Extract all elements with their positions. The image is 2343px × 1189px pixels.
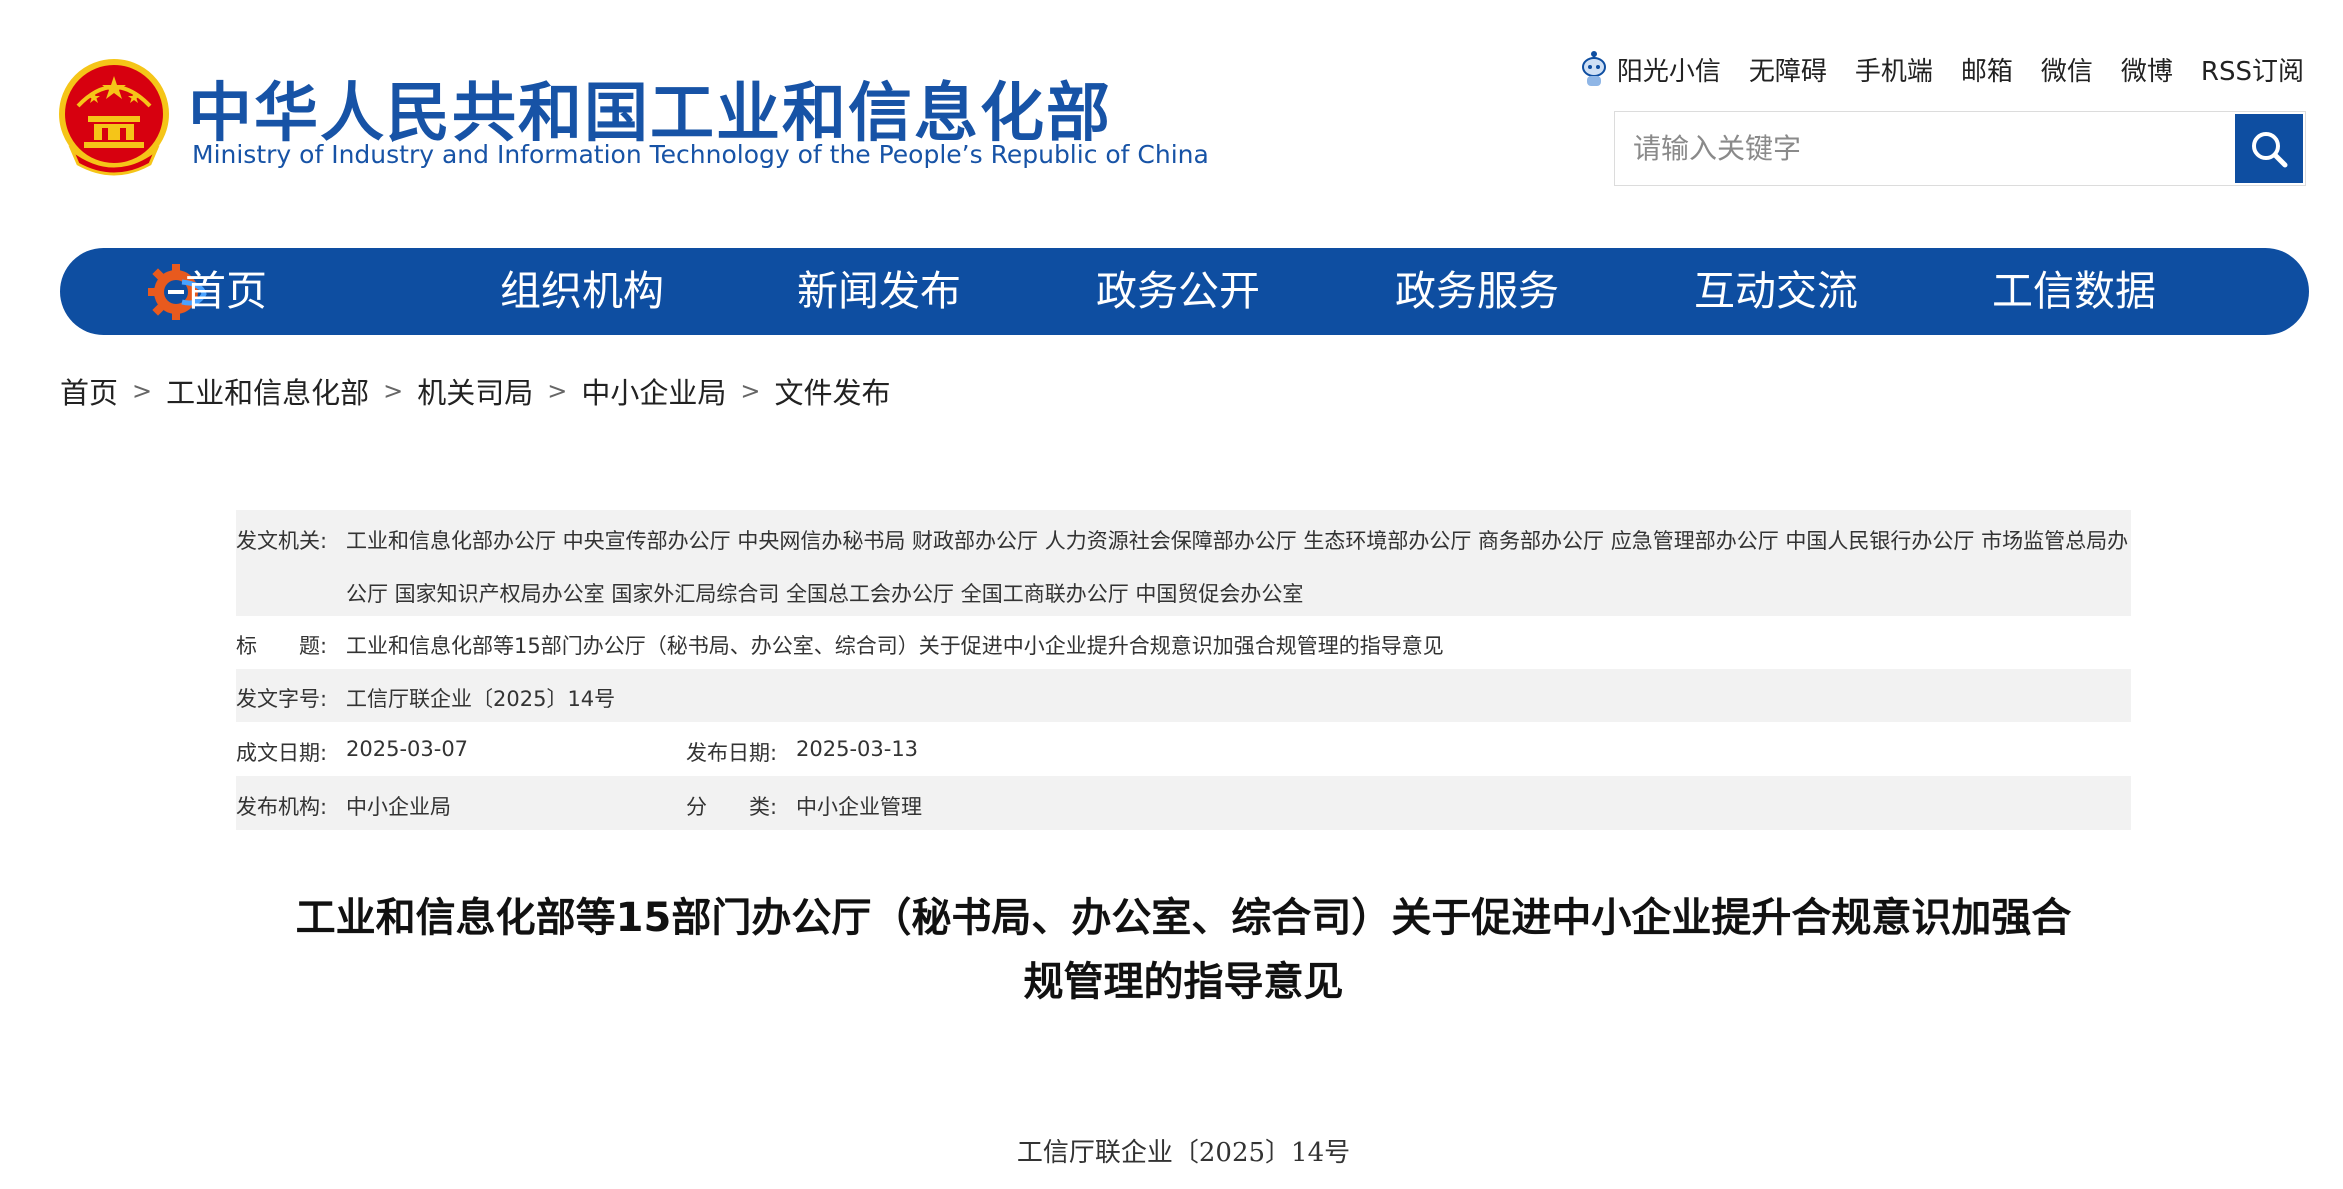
breadcrumb: 首页 > 工业和信息化部 > 机关司局 > 中小企业局 > 文件发布 (60, 370, 891, 412)
page: 中华人民共和国工业和信息化部 Ministry of Industry and … (0, 0, 2343, 1189)
nav-home[interactable]: 首页 (185, 248, 267, 335)
breadcrumb-departments[interactable]: 机关司局 (417, 370, 533, 412)
publisher-value: 中小企业局 (346, 795, 451, 819)
breadcrumb-separator-icon: > (740, 377, 761, 405)
meta-row-doc-number: 发文字号: 工信厅联企业〔2025〕14号 (236, 669, 2131, 722)
article-title-line2: 规管理的指导意见 (1023, 959, 1344, 1005)
issuer-value-line1: 工业和信息化部办公厅 中央宣传部办公厅 中央网信办秘书局 财政部办公厅 人力资源… (346, 529, 2129, 553)
nav-data[interactable]: 工信数据 (1992, 248, 2156, 335)
category-label: 分 类: (686, 795, 778, 819)
site-title-en[interactable]: Ministry of Industry and Information Tec… (192, 140, 1209, 169)
written-date-label: 成文日期: (236, 741, 328, 765)
issuer-value-line2: 公厅 国家知识产权局办公室 国家外汇局综合司 全国总工会办公厅 全国工商联办公厅… (346, 582, 1304, 606)
meta-row-dates: 成文日期: 2025-03-07 发布日期: 2025-03-13 (236, 722, 2131, 776)
title-label: 标 题: (236, 634, 328, 658)
article-title: 工业和信息化部等15部门办公厅（秘书局、办公室、综合司）关于促进中小企业提升合规… (236, 886, 2131, 1014)
publish-date-value: 2025-03-13 (796, 737, 919, 761)
nav-interaction[interactable]: 互动交流 (1694, 248, 1858, 335)
article-doc-number: 工信厅联企业〔2025〕14号 (1016, 1138, 1351, 1168)
top-link-sunshine[interactable]: 阳光小信 (1579, 50, 1721, 88)
publisher-label: 发布机构: (236, 795, 328, 819)
top-link-weibo[interactable]: 微博 (2121, 51, 2173, 88)
nav-organization[interactable]: 组织机构 (500, 248, 664, 335)
nav-government-affairs[interactable]: 政务公开 (1096, 248, 1260, 335)
search-icon (2252, 131, 2288, 167)
breadcrumb-sme-bureau[interactable]: 中小企业局 (581, 370, 726, 412)
top-link-rss[interactable]: RSS订阅 (2201, 51, 2304, 88)
doc-number-label: 发文字号: (236, 687, 328, 711)
top-link-mailbox[interactable]: 邮箱 (1961, 51, 2013, 88)
article-title-line1: 工业和信息化部等15部门办公厅（秘书局、办公室、综合司）关于促进中小企业提升合规… (295, 895, 2072, 941)
top-link-sunshine-label: 阳光小信 (1616, 56, 1721, 87)
breadcrumb-separator-icon: > (383, 377, 404, 405)
nav-news[interactable]: 新闻发布 (797, 248, 961, 335)
search-button[interactable] (2235, 114, 2303, 183)
top-link-accessibility[interactable]: 无障碍 (1749, 51, 1827, 88)
breadcrumb-separator-icon: > (132, 377, 153, 405)
top-link-mobile[interactable]: 手机端 (1855, 51, 1933, 88)
meta-row-issuer: 发文机关: 工业和信息化部办公厅 中央宣传部办公厅 中央网信办秘书局 财政部办公… (236, 510, 2131, 616)
breadcrumb-miit[interactable]: 工业和信息化部 (166, 370, 369, 412)
meta-row-title: 标 题: 工业和信息化部等15部门办公厅（秘书局、办公室、综合司）关于促进中小企… (236, 616, 2131, 669)
publish-date-label: 发布日期: (686, 741, 778, 765)
breadcrumb-file-release[interactable]: 文件发布 (775, 370, 891, 412)
main-nav: 首页 组织机构 新闻发布 政务公开 政务服务 互动交流 工信数据 (60, 248, 2309, 335)
title-value: 工业和信息化部等15部门办公厅（秘书局、办公室、综合司）关于促进中小企业提升合规… (346, 634, 1444, 658)
document-metadata: 发文机关: 工业和信息化部办公厅 中央宣传部办公厅 中央网信办秘书局 财政部办公… (236, 510, 2131, 830)
breadcrumb-separator-icon: > (547, 377, 568, 405)
breadcrumb-home[interactable]: 首页 (60, 370, 118, 412)
category-value: 中小企业管理 (796, 795, 922, 819)
meta-row-publisher: 发布机构: 中小企业局 分 类: 中小企业管理 (236, 776, 2131, 830)
search-input[interactable] (1615, 112, 2233, 185)
written-date-value: 2025-03-07 (346, 737, 469, 761)
nav-government-services[interactable]: 政务服务 (1395, 248, 1559, 335)
doc-number-value: 工信厅联企业〔2025〕14号 (346, 687, 616, 711)
top-links: 阳光小信 无障碍 手机端 邮箱 微信 微博 RSS订阅 (1579, 50, 2304, 88)
search-box (1614, 111, 2306, 186)
national-emblem-icon[interactable] (58, 58, 170, 178)
top-link-wechat[interactable]: 微信 (2041, 51, 2093, 88)
robot-assistant-icon (1581, 51, 1606, 86)
issuer-label: 发文机关: (236, 529, 328, 553)
